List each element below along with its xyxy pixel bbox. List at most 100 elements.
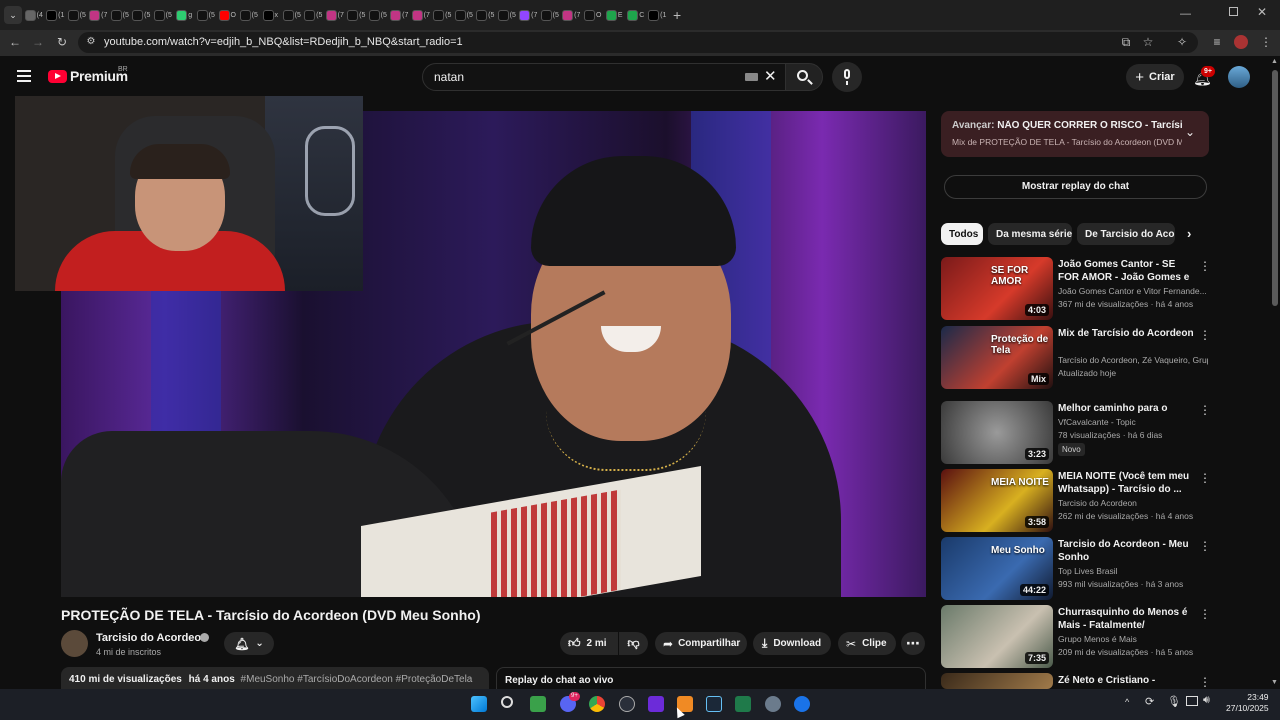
channel-name[interactable]: Tarcisio do Acordeon	[96, 632, 208, 644]
taskbar-obs-icon[interactable]	[619, 696, 635, 712]
browser-tab[interactable]: (5	[239, 3, 259, 27]
system-clock[interactable]: 23:49 27/10/2025	[1226, 692, 1269, 714]
browser-tab[interactable]: (5	[347, 3, 367, 27]
tray-display-icon[interactable]	[1186, 696, 1198, 706]
recommendation-item[interactable]: Proteção de Tela Mix Mix de Tarcísio do Ac…	[941, 326, 1211, 390]
chips-next-chevron-icon[interactable]: ›	[1187, 226, 1191, 241]
browser-tab[interactable]: (7	[325, 3, 345, 27]
browser-tab[interactable]: (5	[67, 3, 87, 27]
install-app-icon[interactable]: ⧉	[1119, 35, 1133, 49]
recommendation-channel[interactable]: VfCavalcante - Topic	[1058, 417, 1208, 427]
clip-button[interactable]: ✂ Clipe	[838, 632, 896, 655]
recommendation-thumbnail[interactable]: 3:23	[941, 401, 1053, 464]
browser-tab[interactable]: (5	[304, 3, 324, 27]
browser-tab[interactable]: (5	[196, 3, 216, 27]
more-vertical-icon[interactable]: ⋮	[1199, 471, 1211, 485]
recommendation-title[interactable]: Melhor caminho para o pecador	[1058, 402, 1198, 416]
browser-tab[interactable]: E	[605, 3, 625, 27]
browser-tab[interactable]: (4	[24, 3, 44, 27]
recommendation-channel[interactable]: Tarcísio do Acordeon, Zé Vaqueiro, Grup.…	[1058, 355, 1208, 365]
clear-search-icon[interactable]: ✕	[764, 67, 777, 85]
forward-arrow-icon[interactable]: →	[31, 35, 45, 49]
more-vertical-icon[interactable]: ⋮	[1199, 328, 1211, 342]
create-button[interactable]: + Criar	[1126, 64, 1184, 90]
taskbar-chrome-icon[interactable]	[589, 696, 605, 712]
search-input[interactable]	[422, 63, 786, 91]
browser-tab[interactable]: (7	[411, 3, 431, 27]
scroll-up-arrow-icon[interactable]: ▲	[1271, 58, 1278, 65]
taskbar-edge-icon[interactable]	[794, 696, 810, 712]
recommendation-item[interactable]: Meu Sonho 44:22 Tarcisio do Acordeon - Meu…	[941, 537, 1211, 601]
recommendation-item[interactable]: 3:23 Melhor caminho para o pecadorVfCaval…	[941, 401, 1211, 465]
search-button[interactable]	[785, 63, 823, 91]
browser-tab[interactable]: (5	[110, 3, 130, 27]
recommendation-item[interactable]: SE FOR AMOR 4:03 João Gomes Cantor - SE FO…	[941, 257, 1211, 321]
recommendation-title[interactable]: Tarcisio do Acordeon - Meu Sonho	[1058, 538, 1198, 564]
browser-tab[interactable]: (5	[476, 3, 496, 27]
browser-tab[interactable]: (7	[562, 3, 582, 27]
dislike-button[interactable]: 👎︎	[619, 632, 648, 655]
back-arrow-icon[interactable]: ←	[8, 35, 22, 49]
taskbar-next-app-icon[interactable]	[648, 696, 664, 712]
browser-tab[interactable]: (5	[368, 3, 388, 27]
browser-tab[interactable]: (1	[46, 3, 66, 27]
more-vertical-icon[interactable]: ⋮	[1199, 539, 1211, 553]
windows-start-icon[interactable]	[471, 696, 487, 712]
browser-tab[interactable]: (5	[153, 3, 173, 27]
hamburger-menu-icon[interactable]	[17, 70, 31, 82]
browser-tab[interactable]: (7	[519, 3, 539, 27]
recommendation-channel[interactable]: Tarcisio do Acordeon	[1058, 498, 1208, 508]
browser-tab[interactable]: O	[218, 3, 238, 27]
tray-mic-icon[interactable]: 🎙︎	[1167, 695, 1181, 708]
recommendation-thumbnail[interactable]: SE FOR AMOR 4:03	[941, 257, 1053, 320]
reload-icon[interactable]: ↻	[55, 35, 69, 49]
more-vertical-icon[interactable]: ⋮	[1199, 607, 1211, 621]
taskbar-steam-icon[interactable]	[706, 696, 722, 712]
browser-menu-icon[interactable]: ⋮	[1259, 35, 1273, 49]
browser-tab[interactable]: (7	[89, 3, 109, 27]
chip-todos[interactable]: Todos	[941, 223, 983, 245]
recommendation-title[interactable]: Mix de Tarcísio do Acordeon	[1058, 327, 1198, 340]
browser-tab[interactable]: (5	[497, 3, 517, 27]
notification-settings-button[interactable]: 🔔︎ ⌄	[224, 632, 274, 655]
recommendation-thumbnail[interactable]: Meu Sonho 44:22	[941, 537, 1053, 600]
share-button[interactable]: ➦ Compartilhar	[655, 632, 747, 655]
browser-tab[interactable]: C	[626, 3, 646, 27]
chip-de-tarcisio[interactable]: De Tarcisio do Acordeon	[1077, 223, 1175, 245]
browser-tab[interactable]: (5	[282, 3, 302, 27]
scroll-down-arrow-icon[interactable]: ▼	[1271, 679, 1278, 686]
taskbar-nvidia-icon[interactable]	[530, 696, 546, 712]
recommendation-item[interactable]: MEIA NOITE 3:58 MEIA NOITE (Você tem meu W…	[941, 469, 1211, 533]
taskbar-search-icon[interactable]	[501, 696, 513, 708]
tab-search-dropdown-icon[interactable]: ⌄	[4, 6, 22, 24]
taskbar-settings-icon[interactable]	[765, 696, 781, 712]
extensions-icon[interactable]: ✧	[1175, 35, 1189, 49]
expand-playlist-chevron-icon[interactable]: ⌄	[1185, 125, 1195, 139]
recommendation-title[interactable]: Churrasquinho do Menos é Mais - Fatalmen…	[1058, 606, 1198, 633]
reading-list-icon[interactable]: ≡	[1210, 35, 1224, 49]
browser-tab[interactable]: (5	[540, 3, 560, 27]
show-chat-replay-button[interactable]: Mostrar replay do chat	[944, 175, 1207, 199]
more-vertical-icon[interactable]: ⋮	[1199, 403, 1211, 417]
browser-tab[interactable]: x	[261, 3, 281, 27]
recommendation-channel[interactable]: João Gomes Cantor e Vitor Fernande...	[1058, 286, 1208, 296]
more-vertical-icon[interactable]: ⋮	[1199, 675, 1211, 689]
account-avatar[interactable]	[1228, 66, 1250, 88]
new-tab-button[interactable]: +	[673, 7, 681, 23]
youtube-logo-icon[interactable]	[48, 70, 67, 83]
up-next-playlist-panel[interactable]: Avançar: NÃO QUER CORRER O RISCO - Tarcí…	[941, 111, 1209, 157]
site-info-icon[interactable]: ⚙	[84, 35, 98, 49]
description-box[interactable]: 410 mi de visualizações há 4 anos #MeuSo…	[61, 667, 489, 689]
recommendation-thumbnail[interactable]	[941, 673, 1053, 689]
recommendation-channel[interactable]: Top Lives Brasil	[1058, 566, 1208, 576]
tray-volume-icon[interactable]: 🔊︎	[1203, 694, 1210, 707]
voice-search-button[interactable]	[832, 62, 862, 92]
recommendation-thumbnail[interactable]: Proteção de Tela Mix	[941, 326, 1053, 389]
browser-tab[interactable]: (5	[433, 3, 453, 27]
recommendation-thumbnail[interactable]: 7:35	[941, 605, 1053, 668]
browser-tab[interactable]: g	[175, 3, 195, 27]
minimize-window-icon[interactable]: —	[1180, 8, 1191, 20]
more-actions-button[interactable]: ⋯	[901, 632, 925, 655]
tray-sync-icon[interactable]: ⟳	[1145, 695, 1154, 708]
maximize-window-icon[interactable]	[1229, 7, 1238, 16]
